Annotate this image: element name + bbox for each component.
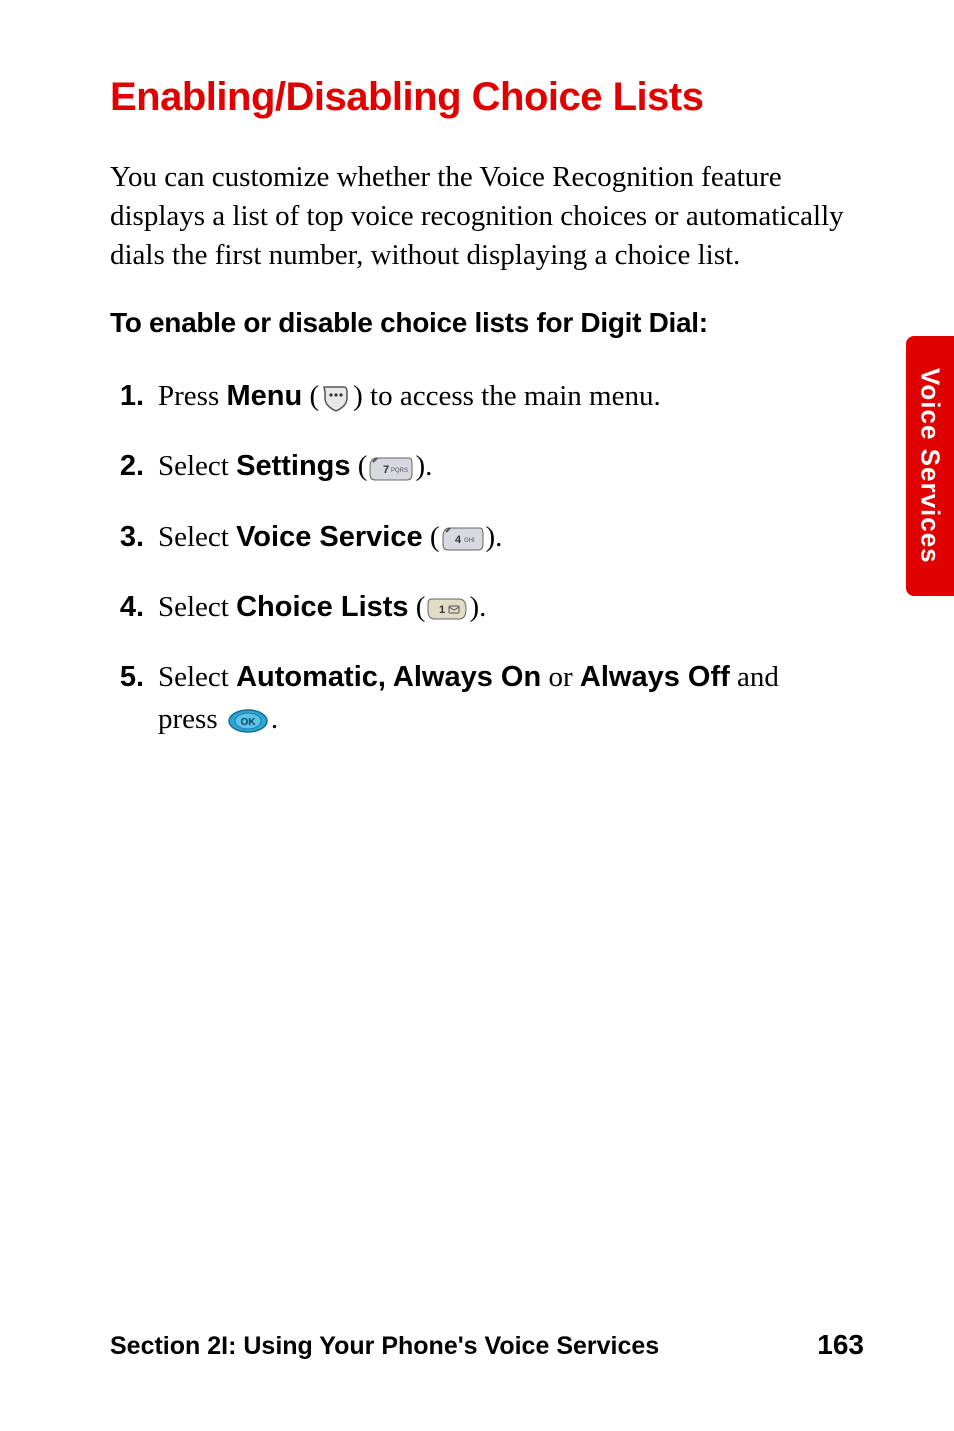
ok-key-icon: OK xyxy=(227,709,269,733)
step-bold-2: Always Off xyxy=(580,661,730,693)
step-bold: Voice Service xyxy=(236,521,422,553)
step-paren-open: ( xyxy=(409,591,426,623)
step-paren-close: ). xyxy=(469,591,486,623)
step-number: 3. xyxy=(110,516,144,558)
svg-text:4: 4 xyxy=(455,534,462,546)
step-3: 3. Select Voice Service ( 4 GHI ). xyxy=(110,516,830,558)
page: Enabling/Disabling Choice Lists You can … xyxy=(0,0,954,1431)
steps-list: 1. Press Menu ( ) to access the main men… xyxy=(110,375,830,739)
step-bold: Settings xyxy=(236,450,350,482)
svg-text:7: 7 xyxy=(383,464,389,476)
step-number: 2. xyxy=(110,445,144,487)
intro-paragraph: You can customize whether the Voice Reco… xyxy=(110,158,864,275)
step-paren-close: ) to access the main menu. xyxy=(353,380,661,412)
step-number: 5. xyxy=(110,656,144,698)
step-bold: Choice Lists xyxy=(236,591,408,623)
step-text-pre: Select xyxy=(158,591,236,623)
side-tab: Voice Services xyxy=(906,336,954,596)
side-tab-label: Voice Services xyxy=(915,368,946,564)
svg-text:1: 1 xyxy=(439,604,445,616)
key-1-icon: 1 xyxy=(427,597,467,621)
key-4-ghi-icon: 4 GHI xyxy=(442,526,484,552)
step-body: Select Settings ( 7 PQRS ). xyxy=(158,445,830,487)
step-text-mid: or xyxy=(541,661,580,693)
step-paren-open: ( xyxy=(302,380,319,412)
step-paren-close: ). xyxy=(486,521,503,553)
step-bold: Menu xyxy=(226,380,302,412)
step-1: 1. Press Menu ( ) to access the main men… xyxy=(110,375,830,417)
page-number: 163 xyxy=(817,1329,864,1361)
step-4: 4. Select Choice Lists ( 1 ). xyxy=(110,586,830,628)
step-paren-open: ( xyxy=(423,521,440,553)
step-body: Select Voice Service ( 4 GHI ). xyxy=(158,516,830,558)
step-body: Press Menu ( ) to access the main menu. xyxy=(158,375,830,417)
menu-key-icon xyxy=(321,384,351,414)
step-2: 2. Select Settings ( 7 PQRS ). xyxy=(110,445,830,487)
step-text-pre: Select xyxy=(158,661,236,693)
step-text-pre: Select xyxy=(158,521,236,553)
step-5: 5. Select Automatic, Always On or Always… xyxy=(110,656,830,740)
step-number: 1. xyxy=(110,375,144,417)
step-bold: Automatic, Always On xyxy=(236,661,541,693)
svg-text:GHI: GHI xyxy=(464,538,475,544)
step-text-pre: Press xyxy=(158,380,226,412)
step-number: 4. xyxy=(110,586,144,628)
step-paren-open: ( xyxy=(351,450,368,482)
step-body: Select Choice Lists ( 1 ). xyxy=(158,586,830,628)
subheading: To enable or disable choice lists for Di… xyxy=(110,307,864,339)
step-body: Select Automatic, Always On or Always Of… xyxy=(158,656,830,740)
heading-title: Enabling/Disabling Choice Lists xyxy=(110,75,864,120)
step-paren-close: . xyxy=(271,703,278,735)
step-text-pre: Select xyxy=(158,450,236,482)
svg-text:OK: OK xyxy=(240,717,256,728)
page-footer: Section 2I: Using Your Phone's Voice Ser… xyxy=(110,1329,864,1361)
svg-text:PQRS: PQRS xyxy=(391,468,408,474)
key-7-pqrs-icon: 7 PQRS xyxy=(369,456,413,482)
step-paren-close: ). xyxy=(415,450,432,482)
footer-section-title: Section 2I: Using Your Phone's Voice Ser… xyxy=(110,1332,659,1361)
